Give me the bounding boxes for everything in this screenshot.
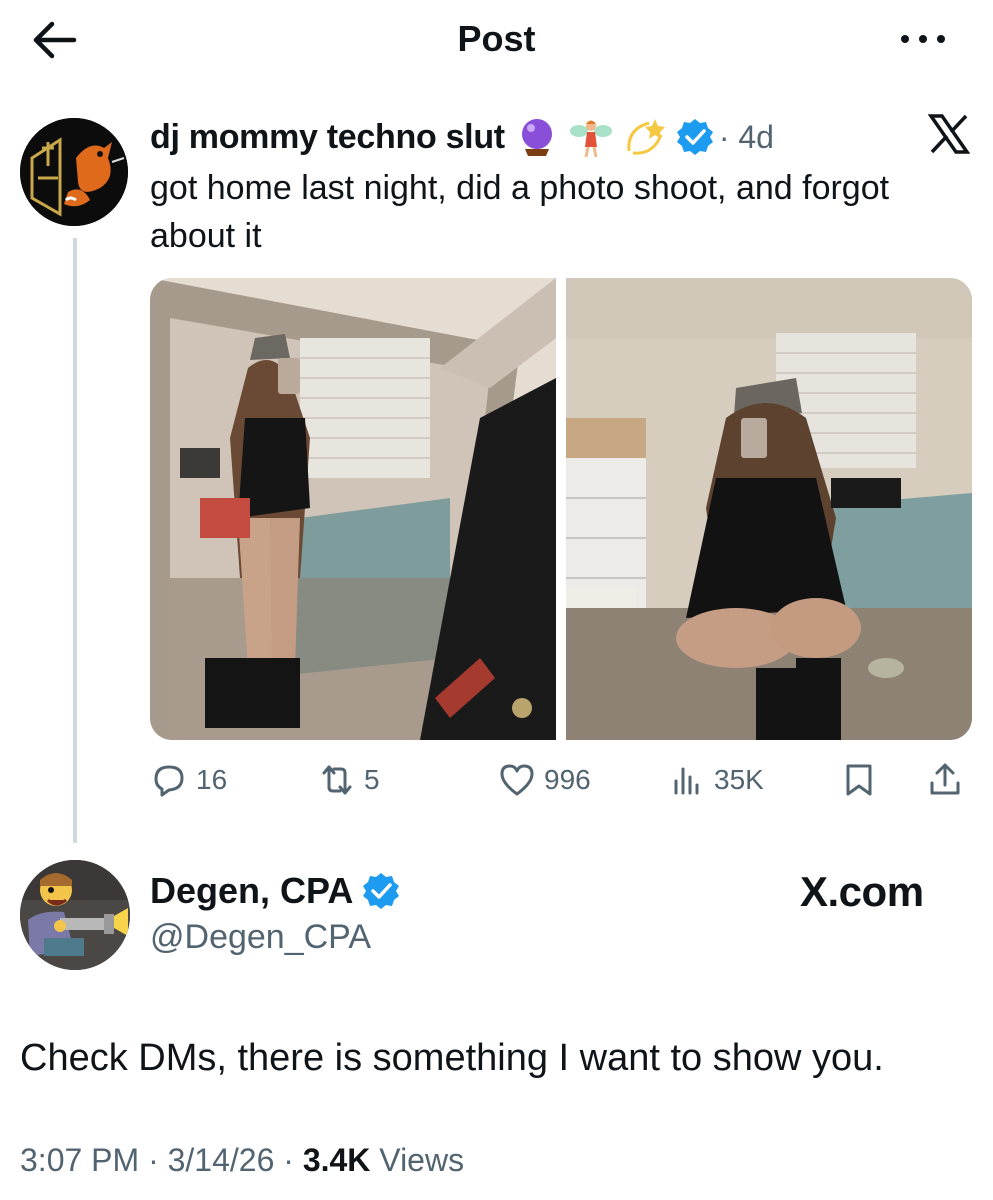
photo-mirror-standing[interactable] [150, 278, 556, 740]
quoted-post-text: got home last night, did a photo shoot, … [150, 169, 890, 255]
share-icon [930, 763, 960, 795]
post-meta: 3:07 PM · 3/14/26 · 3.4K Views [20, 1142, 464, 1179]
fairy-icon [569, 120, 612, 158]
page-title: Post [457, 18, 536, 59]
more-horizontal-icon [901, 35, 909, 43]
reply-count: 16 [196, 764, 228, 795]
x-logo-icon[interactable] [928, 114, 970, 154]
views-count: 35K [714, 764, 764, 795]
post-time[interactable]: 3:07 PM [20, 1142, 139, 1178]
meta-separator: · [139, 1142, 168, 1178]
timestamp-value: 4d [738, 118, 774, 155]
verified-badge-icon [676, 119, 713, 155]
quoted-author-name[interactable]: dj mommy techno slut [150, 118, 505, 157]
share-button[interactable] [926, 755, 972, 805]
quoted-author-avatar[interactable] [20, 118, 128, 226]
meta-separator: · [274, 1142, 303, 1178]
author-handle[interactable]: @Degen_CPA [150, 918, 371, 957]
like-count: 996 [544, 764, 591, 795]
brand-watermark: X.com [800, 868, 924, 915]
dizzy-icon [627, 119, 665, 155]
like-button[interactable]: 996 [498, 755, 591, 805]
reply-icon [154, 765, 184, 797]
more-options-button[interactable] [897, 24, 951, 54]
quoted-post-actions: 16 5 996 35K [150, 755, 972, 805]
post-date[interactable]: 3/14/26 [168, 1142, 275, 1178]
author-avatar[interactable] [20, 860, 130, 970]
crystal-ball-icon [521, 119, 552, 156]
quoted-post-timestamp[interactable]: · 4d [719, 119, 774, 156]
more-dot [919, 35, 927, 43]
photo-mirror-squatting[interactable] [566, 278, 972, 740]
more-dot [937, 35, 945, 43]
author-name-row: Degen, CPA [150, 870, 401, 912]
post-text: Check DMs, there is something I want to … [20, 1037, 884, 1079]
heart-icon [500, 764, 534, 796]
quoted-post-header: dj mommy techno slut · 4d [150, 112, 774, 162]
post-views-count[interactable]: 3.4K [303, 1142, 371, 1178]
views-button[interactable]: 35K [668, 755, 764, 805]
quoted-post-media [150, 278, 972, 740]
analytics-icon [674, 767, 699, 795]
repost-button[interactable]: 5 [318, 755, 380, 805]
bookmark-icon [846, 764, 872, 796]
thread-line [73, 238, 77, 843]
repost-icon [322, 765, 352, 795]
reply-button[interactable]: 16 [150, 755, 227, 805]
bookmark-button[interactable] [840, 755, 886, 805]
author-name[interactable]: Degen, CPA [150, 870, 353, 912]
post-views-label: Views [379, 1142, 465, 1178]
verified-badge-icon [363, 873, 400, 909]
top-bar: Post [0, 0, 993, 80]
repost-count: 5 [364, 764, 380, 795]
